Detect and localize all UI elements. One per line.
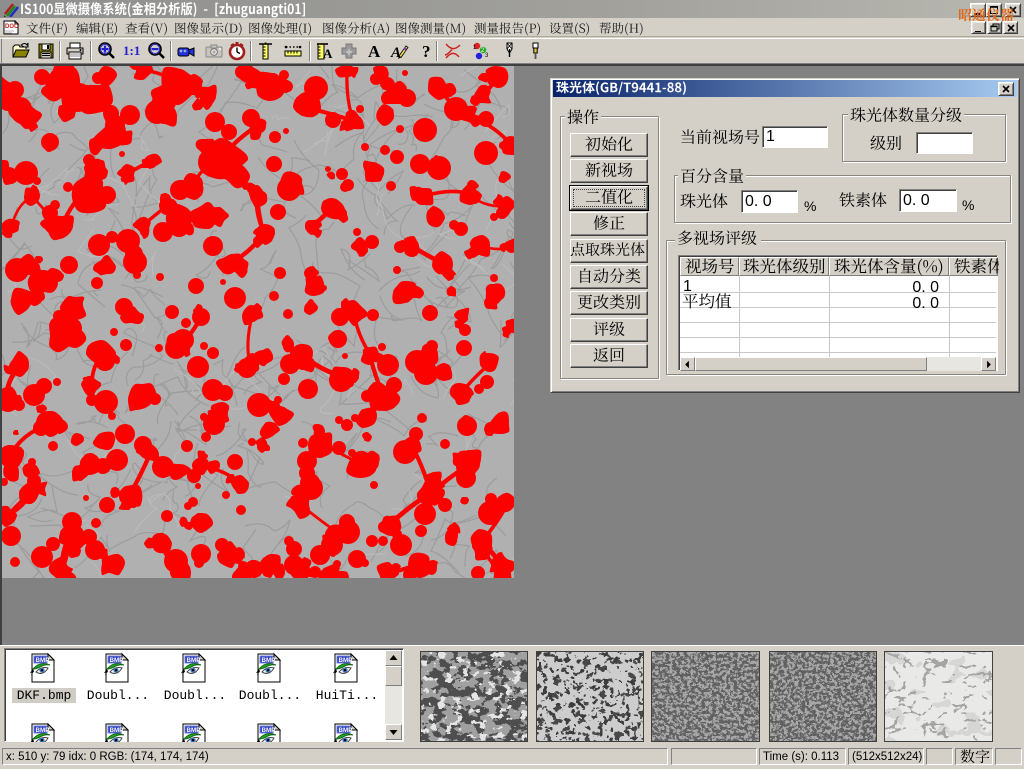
svg-text:A: A <box>368 42 381 61</box>
svg-text:BMP: BMP <box>262 727 276 734</box>
svg-text:BMP: BMP <box>187 657 201 664</box>
svg-text:BMP: BMP <box>110 727 124 734</box>
svg-text:3: 3 <box>485 53 489 59</box>
svg-text:BMP: BMP <box>262 657 276 664</box>
svg-text:BMP: BMP <box>339 727 353 734</box>
svg-text:BMP: BMP <box>339 657 353 664</box>
svg-text:1:1: 1:1 <box>123 43 140 58</box>
svg-text:BMP: BMP <box>36 727 50 734</box>
svg-text:?: ? <box>422 42 431 61</box>
svg-text:A: A <box>323 46 333 61</box>
svg-text:DOC: DOC <box>5 24 19 30</box>
svg-text:A: A <box>390 45 401 61</box>
svg-text:BMP: BMP <box>110 657 124 664</box>
svg-text:BMP: BMP <box>187 727 201 734</box>
svg-text:BMP: BMP <box>36 657 50 664</box>
